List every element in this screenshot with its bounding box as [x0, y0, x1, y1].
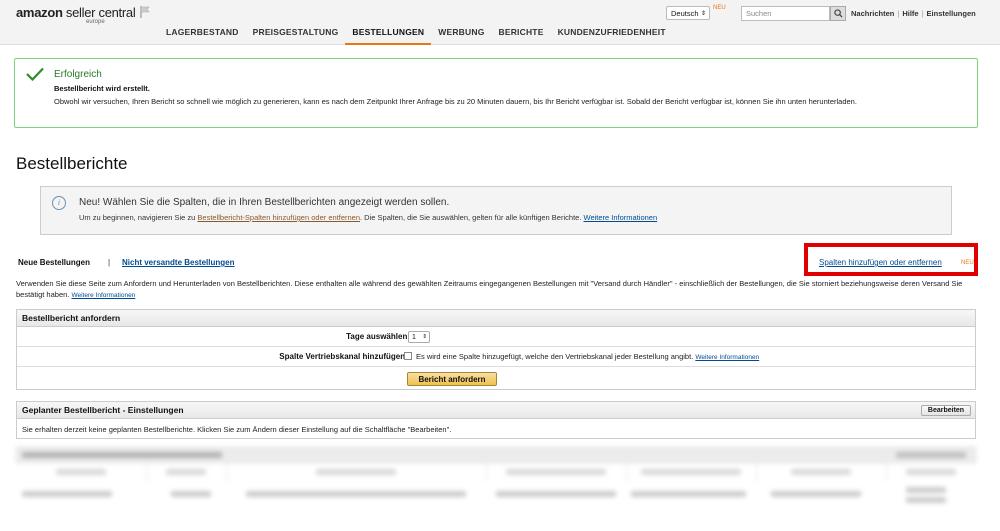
- blurred-bar: [246, 491, 466, 497]
- info-text: Um zu beginnen, navigieren Sie zu Bestel…: [79, 213, 658, 222]
- nav-reports[interactable]: BERICHTE: [492, 27, 551, 43]
- blurred-bar: [22, 491, 112, 497]
- channel-row: Spalte Vertriebskanal hinzufügen? Es wir…: [17, 347, 975, 367]
- blurred-bar: [316, 469, 396, 475]
- search-input[interactable]: Suchen: [741, 6, 830, 21]
- chevron-updown-icon: ⇕: [422, 334, 427, 340]
- checkmark-icon: [26, 67, 44, 81]
- nav-advertising[interactable]: WERBUNG: [431, 27, 491, 43]
- info-icon: i: [52, 196, 66, 210]
- nav-pricing[interactable]: PREISGESTALTUNG: [246, 27, 346, 43]
- page-description: Verwenden Sie diese Seite zum Anfordern …: [16, 279, 963, 299]
- success-message: Erfolgreich Bestellbericht wird erstellt…: [14, 58, 978, 128]
- tab-unshipped-orders[interactable]: Nicht versandte Bestellungen: [122, 258, 234, 267]
- blurred-bar: [906, 469, 956, 475]
- blurred-reports-table: [16, 447, 976, 531]
- success-heading: Bestellbericht wird erstellt.: [54, 84, 150, 93]
- settings-link[interactable]: Einstellungen: [927, 9, 976, 18]
- page-title: Bestellberichte: [16, 154, 128, 173]
- search-icon: [833, 9, 843, 18]
- language-new-badge: NEU: [713, 5, 726, 11]
- blurred-bar: [166, 469, 206, 475]
- scheduled-panel-text: Sie erhalten derzeit keine geplanten Bes…: [22, 425, 452, 434]
- search-button[interactable]: [830, 6, 846, 21]
- more-info-link[interactable]: Weitere Informationen: [584, 213, 658, 222]
- blurred-bar: [791, 469, 851, 475]
- blurred-bar: [906, 497, 946, 503]
- description-more-info-link[interactable]: Weitere Informationen: [71, 292, 135, 299]
- channel-description: Es wird eine Spalte hinzugefügt, welche …: [416, 352, 760, 361]
- blurred-bar: [171, 491, 211, 497]
- chevron-updown-icon: ⇕: [700, 11, 706, 17]
- channel-more-info-link[interactable]: Weitere Informationen: [695, 354, 759, 361]
- top-links: Nachrichten | Hilfe | Einstellungen: [851, 9, 976, 18]
- flag-icon[interactable]: [138, 5, 152, 19]
- scheduled-panel-title: Geplanter Bestellbericht - Einstellungen: [17, 402, 975, 419]
- language-select[interactable]: Deutsch ⇕: [666, 6, 710, 20]
- success-text: Obwohl wir versuchen, Ihren Bericht so s…: [54, 97, 857, 106]
- info-box: i Neu! Wählen Sie die Spalten, die in Ih…: [40, 186, 952, 235]
- nav-inventory[interactable]: LAGERBESTAND: [166, 27, 246, 43]
- columns-settings-link[interactable]: Bestellbericht-Spalten hinzufügen oder e…: [197, 213, 360, 222]
- scheduled-report-panel: Geplanter Bestellbericht - Einstellungen…: [16, 401, 976, 439]
- blurred-bar: [506, 469, 606, 475]
- messages-link[interactable]: Nachrichten: [851, 9, 894, 18]
- blurred-bar: [496, 491, 616, 497]
- blurred-bar: [896, 452, 966, 458]
- blurred-bar: [771, 491, 861, 497]
- top-bar: amazon seller central europe Deutsch ⇕ NE…: [0, 0, 1000, 45]
- days-row: Tage auswählen: 1 ⇕: [17, 327, 975, 347]
- seller-central-logo[interactable]: amazon seller central: [16, 5, 136, 20]
- blurred-bar: [906, 487, 946, 493]
- main-nav: LAGERBESTAND PREISGESTALTUNG BESTELLUNGE…: [166, 27, 673, 45]
- edit-button[interactable]: Bearbeiten: [921, 405, 971, 416]
- nav-performance[interactable]: KUNDENZUFRIEDENHEIT: [551, 27, 673, 43]
- request-report-panel: Bestellbericht anfordern Tage auswählen:…: [16, 309, 976, 390]
- days-select[interactable]: 1 ⇕: [408, 331, 430, 343]
- info-title: Neu! Wählen Sie die Spalten, die in Ihre…: [79, 197, 450, 208]
- channel-label: Spalte Vertriebskanal hinzufügen?: [279, 352, 410, 361]
- nav-orders[interactable]: BESTELLUNGEN: [345, 27, 432, 45]
- button-row: Bericht anfordern: [17, 367, 975, 390]
- columns-new-badge: NEU: [961, 260, 974, 266]
- days-label: Tage auswählen:: [346, 332, 410, 341]
- logo-region: europe: [86, 19, 105, 25]
- request-report-button[interactable]: Bericht anfordern: [407, 372, 497, 386]
- tab-new-orders[interactable]: Neue Bestellungen: [18, 258, 90, 267]
- blurred-bar: [56, 469, 106, 475]
- tab-separator: |: [108, 258, 111, 267]
- help-link[interactable]: Hilfe: [902, 9, 918, 18]
- blurred-bar: [641, 469, 741, 475]
- success-title: Erfolgreich: [54, 69, 102, 80]
- channel-checkbox[interactable]: [404, 352, 412, 360]
- add-remove-columns-link[interactable]: Spalten hinzufügen oder entfernen: [819, 258, 942, 267]
- blurred-bar: [631, 491, 746, 497]
- blurred-bar: [22, 452, 222, 458]
- request-panel-title: Bestellbericht anfordern: [17, 310, 975, 327]
